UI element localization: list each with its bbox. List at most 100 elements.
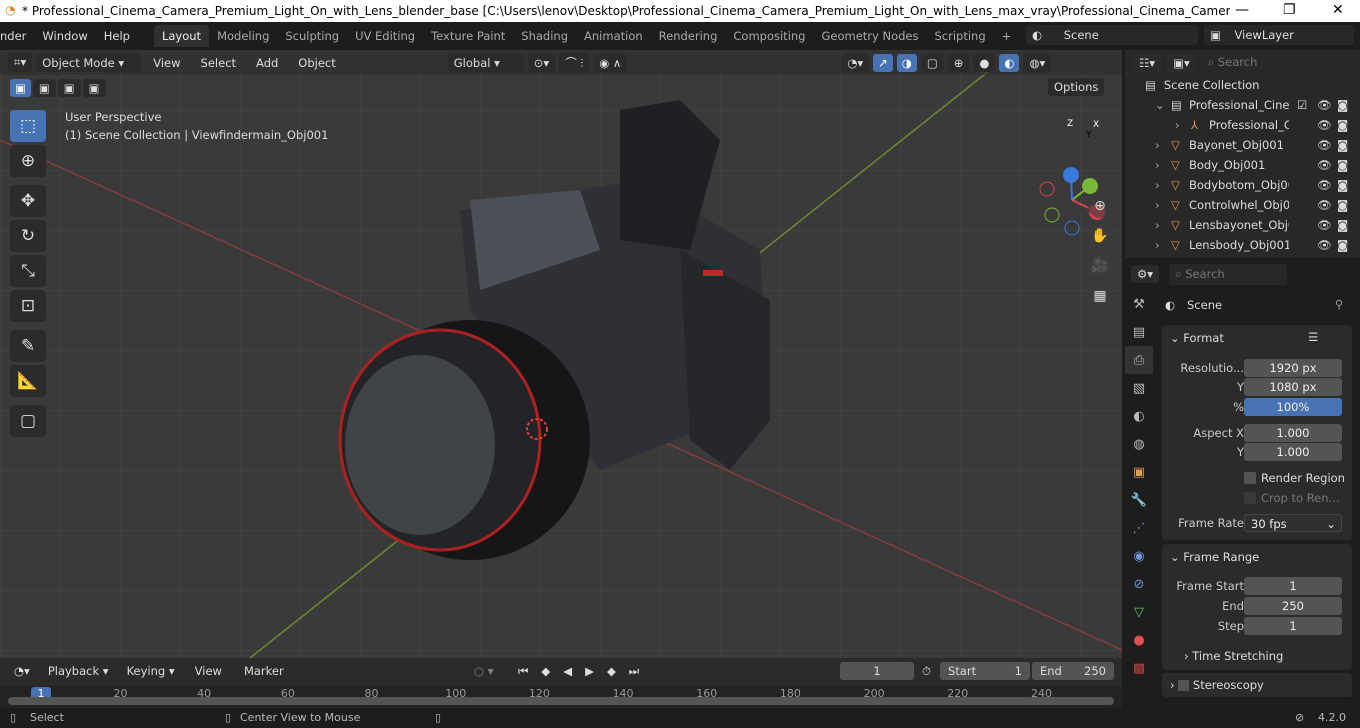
selection-mode-buttons[interactable]: ▣ ▣ ▣ ▣: [10, 79, 106, 97]
render-camera-icon[interactable]: ◙: [1337, 198, 1348, 212]
render-camera-icon[interactable]: ◙: [1337, 238, 1348, 252]
measure-tool-icon[interactable]: 📐: [10, 365, 46, 397]
render-camera-icon[interactable]: ◙: [1337, 138, 1348, 152]
outliner-display-mode-icon[interactable]: ▣▾: [1167, 53, 1196, 72]
next-keyframe-icon[interactable]: ◆: [600, 662, 622, 681]
options-button[interactable]: Options: [1048, 78, 1105, 96]
rotate-tool-icon[interactable]: ↻: [10, 220, 46, 252]
world-tab-icon[interactable]: ◍: [1125, 430, 1153, 458]
snap-icon[interactable]: ⌒ ⫶: [559, 52, 590, 73]
camera-view-icon[interactable]: 🎥: [1088, 254, 1112, 278]
annotate-tool-icon[interactable]: ✎: [10, 330, 46, 362]
outliner-item[interactable]: › ▽ Controlwhel_Obj00 👁 ◙: [1125, 195, 1360, 215]
outliner-editor-type-icon[interactable]: ☷▾: [1133, 53, 1162, 72]
tab-modeling[interactable]: Modeling: [209, 25, 277, 47]
frame-start-field[interactable]: 1: [1244, 577, 1342, 595]
constraints-tab-icon[interactable]: ⊘: [1125, 570, 1153, 598]
chevron-right-icon[interactable]: ›: [1155, 138, 1160, 152]
play-reverse-icon[interactable]: ◀: [557, 662, 579, 681]
chevron-right-icon[interactable]: ›: [1155, 198, 1160, 212]
eye-icon[interactable]: 👁: [1317, 158, 1332, 172]
select-box-tool-icon[interactable]: ⬚: [10, 110, 46, 142]
select-new-icon[interactable]: ▣: [10, 79, 31, 97]
chevron-right-icon[interactable]: ›: [1155, 238, 1160, 252]
scene-tab-icon[interactable]: ◐: [1125, 402, 1153, 430]
outliner-item[interactable]: › ▽ Bayonet_Obj001 👁 ◙: [1125, 135, 1360, 155]
end-frame-field[interactable]: End 250: [1032, 662, 1114, 680]
render-camera-icon[interactable]: ◙: [1337, 158, 1348, 172]
chevron-down-icon[interactable]: ⌄: [1155, 98, 1165, 112]
particles-tab-icon[interactable]: ⋰: [1125, 514, 1153, 542]
3d-viewport[interactable]: X Y Z User Perspective (1) Scene Collect…: [0, 50, 1122, 658]
timeline-view-menu[interactable]: View: [187, 664, 230, 678]
tool-tab-icon[interactable]: ⚒: [1125, 290, 1153, 318]
transform-tool-icon[interactable]: ⊡: [10, 290, 46, 322]
crop-checkbox[interactable]: Crop to Ren...: [1244, 488, 1360, 508]
aspect-y-field[interactable]: 1.000: [1244, 443, 1342, 461]
timeline-ruler[interactable]: 1 20 40 60 80 100 120 140 160 180 200 220 240: [0, 686, 1122, 708]
exclude-checkbox[interactable]: ☑: [1297, 98, 1307, 112]
menu-window[interactable]: Window: [34, 29, 95, 43]
resolution-pct-slider[interactable]: 100%: [1244, 398, 1342, 416]
visibility-icon[interactable]: ◔▾: [841, 53, 870, 72]
render-region-checkbox[interactable]: Render Region: [1244, 468, 1360, 488]
keying-menu[interactable]: Keying ▾: [120, 662, 181, 680]
cursor-tool-icon[interactable]: ⊕: [10, 145, 46, 177]
material-tab-icon[interactable]: ●: [1125, 626, 1153, 654]
data-tab-icon[interactable]: ▽: [1125, 598, 1153, 626]
play-icon[interactable]: ▶: [579, 662, 600, 681]
frame-range-header[interactable]: ⌄ Frame Range: [1170, 550, 1259, 564]
select-subtract-icon[interactable]: ▣: [57, 79, 81, 97]
select-invert-icon[interactable]: ▣: [82, 79, 106, 97]
jump-end-icon[interactable]: ⏭: [622, 662, 646, 681]
prev-keyframe-icon[interactable]: ◆: [535, 662, 557, 681]
presets-list-icon[interactable]: ☰: [1308, 330, 1318, 344]
stereoscopy-checkbox[interactable]: [1178, 680, 1190, 691]
xray-icon[interactable]: ▢: [920, 53, 944, 72]
menu-object[interactable]: Object: [290, 56, 343, 70]
modifier-tab-icon[interactable]: 🔧: [1125, 486, 1153, 514]
select-extend-icon[interactable]: ▣: [32, 79, 56, 97]
properties-search-input[interactable]: ⌕ Search: [1169, 263, 1288, 285]
marker-menu[interactable]: Marker: [236, 664, 292, 678]
render-camera-icon[interactable]: ◙: [1337, 98, 1348, 112]
output-tab-icon[interactable]: ⎙: [1125, 346, 1153, 374]
tab-scripting[interactable]: Scripting: [927, 25, 994, 47]
aspect-x-field[interactable]: 1.000: [1244, 424, 1342, 442]
pivot-icon[interactable]: ⊙▾: [527, 53, 556, 72]
frame-rate-dropdown[interactable]: 30 fps ⌄: [1244, 514, 1342, 532]
zoom-icon[interactable]: ⊕: [1088, 194, 1112, 218]
resolution-y-field[interactable]: 1080 px: [1244, 378, 1342, 396]
pin-icon[interactable]: ⚲: [1335, 297, 1343, 311]
render-camera-icon[interactable]: ◙: [1337, 118, 1348, 132]
add-workspace-button[interactable]: +: [994, 25, 1020, 47]
eye-icon[interactable]: 👁: [1317, 138, 1332, 152]
move-tool-icon[interactable]: ✥: [10, 185, 46, 217]
menu-render[interactable]: nder: [0, 29, 34, 43]
menu-select[interactable]: Select: [193, 56, 244, 70]
add-cube-tool-icon[interactable]: ▢: [10, 405, 46, 437]
chevron-right-icon[interactable]: ›: [1155, 218, 1160, 232]
eye-icon[interactable]: 👁: [1317, 218, 1332, 232]
view-layer-selector[interactable]: ▣ ViewLayer: [1204, 25, 1354, 45]
menu-view[interactable]: View: [145, 56, 188, 70]
start-frame-field[interactable]: Start 1: [940, 662, 1030, 680]
tab-animation[interactable]: Animation: [576, 25, 651, 47]
physics-tab-icon[interactable]: ◉: [1125, 542, 1153, 570]
outliner-item[interactable]: › ▽ Bodybotom_Obj00 👁 ◙: [1125, 175, 1360, 195]
format-panel-header[interactable]: ⌄ Format: [1170, 331, 1224, 345]
shading-material-icon[interactable]: ◐: [999, 53, 1020, 72]
outliner-search-input[interactable]: ⌕ Search: [1201, 52, 1332, 73]
jump-start-icon[interactable]: ⏮: [512, 662, 535, 681]
shading-solid-icon[interactable]: ●: [973, 53, 996, 72]
tab-texture-paint[interactable]: Texture Paint: [423, 25, 513, 47]
chevron-right-icon[interactable]: ›: [1175, 118, 1180, 132]
outliner-item[interactable]: › ▽ Lensbody_Obj001 👁 ◙: [1125, 235, 1360, 255]
object-tab-icon[interactable]: ▣: [1125, 458, 1153, 486]
eye-icon[interactable]: 👁: [1317, 238, 1332, 252]
shading-rendered-icon[interactable]: ◍▾: [1023, 53, 1052, 72]
properties-editor-type-icon[interactable]: ⚙▾: [1131, 265, 1160, 283]
shading-wireframe-icon[interactable]: ⊕: [947, 53, 970, 72]
mode-dropdown[interactable]: Object Mode ▾: [36, 53, 142, 72]
outliner-item[interactable]: › ▽ Body_Obj001 👁 ◙: [1125, 155, 1360, 175]
